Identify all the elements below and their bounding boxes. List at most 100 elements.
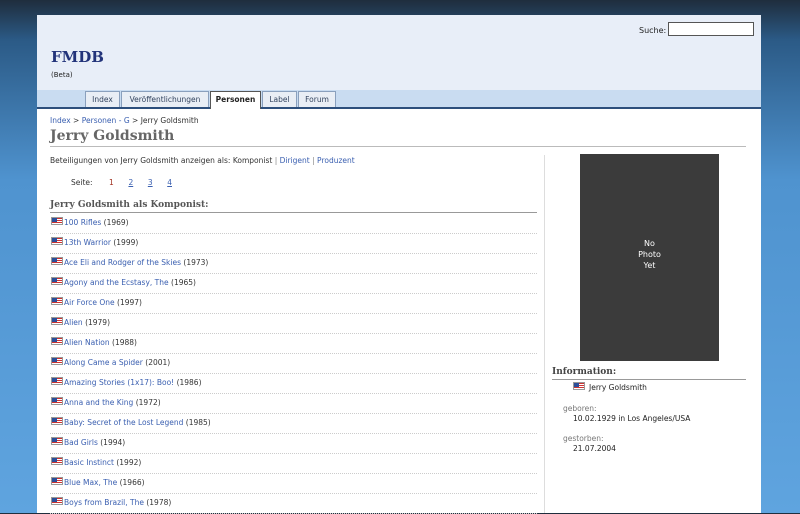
breadcrumb-dash: -	[118, 116, 122, 125]
list-item: Ace Eli and Rodger of the Skies (1973)	[50, 254, 537, 274]
breadcrumb-separator: >	[73, 116, 80, 125]
film-title-link[interactable]: Alien Nation	[64, 338, 110, 347]
film-year: (1997)	[117, 298, 142, 307]
us-flag-icon	[51, 337, 63, 345]
us-flag-icon	[51, 237, 63, 245]
photo-placeholder-text: No	[644, 239, 655, 248]
film-title-link[interactable]: Anna and the King	[64, 398, 133, 407]
film-year: (1985)	[185, 418, 211, 427]
us-flag-icon	[51, 417, 63, 425]
died-label: gestorben:	[563, 434, 604, 443]
page-number-link[interactable]: 2	[122, 178, 139, 187]
person-photo-placeholder: No Photo Yet	[580, 154, 719, 361]
list-item: Blue Max, The (1966)	[50, 474, 537, 494]
us-flag-icon	[51, 377, 63, 385]
search-input[interactable]	[668, 22, 754, 36]
tab-veroeffentlichungen[interactable]: Veröffentlichungen	[121, 91, 209, 107]
role-komponist: Komponist	[232, 156, 273, 165]
film-title-link[interactable]: Basic Instinct	[64, 458, 114, 467]
info-person: Jerry Goldsmith	[573, 382, 647, 392]
site-subtitle: (Beta)	[51, 71, 73, 79]
us-flag-icon	[51, 497, 63, 505]
info-heading: Information:	[552, 367, 617, 377]
film-year: (1966)	[119, 478, 145, 487]
film-year: (1988)	[112, 338, 137, 347]
us-flag-icon	[51, 477, 63, 485]
breadcrumb-index[interactable]: Index	[50, 116, 71, 125]
us-flag-icon	[51, 257, 63, 265]
us-flag-icon	[51, 277, 63, 285]
role-separator: |	[312, 156, 315, 165]
film-title-link[interactable]: Alien	[64, 318, 83, 327]
film-title-link[interactable]: Blue Max, The	[64, 478, 117, 487]
us-flag-icon	[51, 397, 63, 405]
film-title-link[interactable]: Baby: Secret of the Lost Legend	[64, 418, 183, 427]
list-item: Amazing Stories (1x17): Boo! (1986)	[50, 374, 537, 394]
us-flag-icon	[51, 357, 63, 365]
list-item: Anna and the King (1972)	[50, 394, 537, 414]
film-year: (1999)	[113, 238, 139, 247]
breadcrumb: Index > Personen - G > Jerry Goldsmith	[50, 116, 199, 125]
title-divider	[50, 146, 746, 147]
film-year: (1986)	[176, 378, 202, 387]
list-item: Alien (1979)	[50, 314, 537, 334]
us-flag-icon	[573, 382, 585, 390]
film-year: (1994)	[100, 438, 126, 447]
pagination-label: Seite:	[71, 178, 93, 187]
photo-placeholder-text: Yet	[643, 261, 656, 270]
film-title-link[interactable]: Agony and the Ecstasy, The	[64, 278, 169, 287]
column-divider	[544, 155, 545, 513]
film-title-link[interactable]: Air Force One	[64, 298, 115, 307]
page-container: Suche: FMDB (Beta) Index Veröffentlichun…	[37, 15, 761, 514]
tab-forum[interactable]: Forum	[298, 91, 336, 107]
film-year: (2001)	[145, 358, 171, 367]
info-person-name: Jerry Goldsmith	[589, 383, 647, 392]
breadcrumb-letter[interactable]: G	[124, 116, 130, 125]
film-title-link[interactable]: Ace Eli and Rodger of the Skies	[64, 258, 181, 267]
film-title-link[interactable]: 13th Warrior	[64, 238, 111, 247]
us-flag-icon	[51, 457, 63, 465]
role-produzent-link[interactable]: Produzent	[317, 156, 355, 165]
list-item: Baby: Secret of the Lost Legend (1985)	[50, 414, 537, 434]
film-year: (1992)	[116, 458, 142, 467]
film-title-link[interactable]: Along Came a Spider	[64, 358, 143, 367]
list-item: 13th Warrior (1999)	[50, 234, 537, 254]
film-title-link[interactable]: Amazing Stories (1x17): Boo!	[64, 378, 174, 387]
role-separator: |	[274, 156, 278, 165]
list-item: Agony and the Ecstasy, The (1965)	[50, 274, 537, 294]
list-item: Boys from Brazil, The (1978)	[50, 494, 537, 514]
born-value: 10.02.1929 in Los Angeles/USA	[573, 414, 691, 423]
tab-index[interactable]: Index	[85, 91, 120, 107]
breadcrumb-personen[interactable]: Personen	[82, 116, 117, 125]
main-nav: Index Veröffentlichungen Personen Label …	[37, 90, 761, 109]
pagination: Seite: 1 2 3 4	[71, 178, 178, 187]
film-year: (1979)	[85, 318, 111, 327]
us-flag-icon	[51, 437, 63, 445]
photo-placeholder-text: Photo	[638, 250, 661, 259]
info-divider	[552, 379, 746, 380]
film-title-link[interactable]: Bad Girls	[64, 438, 98, 447]
list-item: Along Came a Spider (2001)	[50, 354, 537, 374]
list-item: 100 Rifles (1969)	[50, 214, 537, 234]
list-item: Bad Girls (1994)	[50, 434, 537, 454]
section-heading: Jerry Goldsmith als Komponist:	[50, 200, 209, 210]
page-title: Jerry Goldsmith	[50, 128, 175, 144]
film-year: (1965)	[171, 278, 196, 287]
page-number-current: 1	[109, 178, 114, 187]
tab-personen[interactable]: Personen	[210, 91, 261, 109]
site-title[interactable]: FMDB	[51, 48, 104, 66]
section-divider	[50, 212, 537, 213]
breadcrumb-current: Jerry Goldsmith	[140, 116, 199, 125]
role-dirigent-link[interactable]: Dirigent	[280, 156, 310, 165]
tab-label[interactable]: Label	[262, 91, 297, 107]
film-year: (1978)	[146, 498, 172, 507]
page-number-link[interactable]: 3	[142, 178, 159, 187]
born-label: geboren:	[563, 404, 597, 413]
film-year: (1972)	[135, 398, 161, 407]
film-title-link[interactable]: Boys from Brazil, The	[64, 498, 144, 507]
us-flag-icon	[51, 317, 63, 325]
page-number-link[interactable]: 4	[161, 178, 178, 187]
list-item: Air Force One (1997)	[50, 294, 537, 314]
film-year: (1973)	[183, 258, 209, 267]
film-title-link[interactable]: 100 Rifles	[64, 218, 101, 227]
